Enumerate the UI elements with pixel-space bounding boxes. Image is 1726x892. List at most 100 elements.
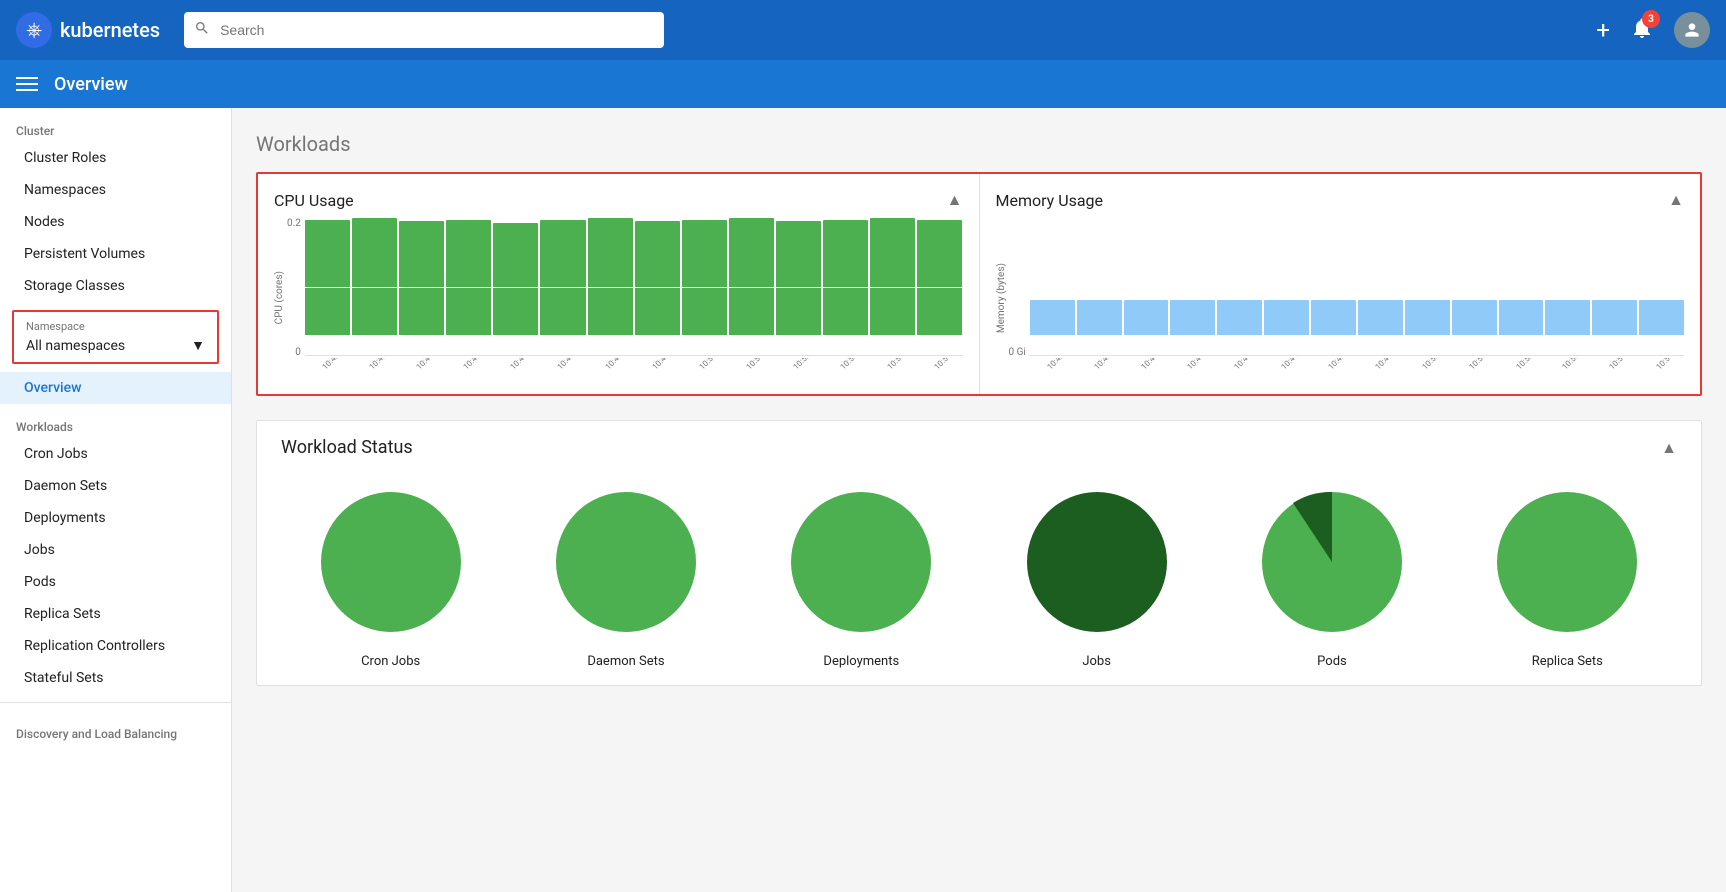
deployments-circle	[781, 482, 941, 642]
sidebar-item-cron-jobs[interactable]: Cron Jobs	[0, 438, 231, 470]
mem-x-label: 10:54	[1599, 358, 1645, 378]
workloads-title: Workloads	[256, 132, 1702, 156]
cpu-chart-card: CPU Usage ▲ CPU (cores) 0.2 0	[258, 174, 980, 394]
cron-jobs-circle	[311, 482, 471, 642]
namespace-dropdown[interactable]: All namespaces ▼	[26, 337, 205, 354]
cpu-bar	[352, 218, 397, 335]
circle-item-daemon-sets: Daemon Sets	[546, 482, 706, 669]
add-button[interactable]: +	[1596, 18, 1610, 42]
mem-bar	[1030, 300, 1075, 335]
circle-item-deployments: Deployments	[781, 482, 941, 669]
cpu-x-label: 10:44	[406, 358, 452, 378]
cluster-section-label: Cluster	[0, 108, 231, 142]
mem-x-label: 10:52	[1505, 358, 1551, 378]
menu-button[interactable]	[16, 73, 38, 95]
sidebar-item-replication-controllers[interactable]: Replication Controllers	[0, 630, 231, 662]
topbar: ⎈ kubernetes + 3	[0, 0, 1726, 60]
mem-x-label: 10:46	[1224, 358, 1270, 378]
cpu-collapse-button[interactable]: ▲	[947, 190, 963, 210]
cpu-x-label: 10:48	[594, 358, 640, 378]
circle-label-deployments: Deployments	[823, 654, 899, 669]
namespace-selector[interactable]: Namespace All namespaces ▼	[12, 310, 219, 364]
user-avatar[interactable]	[1674, 12, 1710, 48]
sidebar-item-nodes[interactable]: Nodes	[0, 206, 231, 238]
cpu-x-label: 10:52	[783, 358, 829, 378]
mem-x-label: 10:45	[1177, 358, 1223, 378]
sidebar-item-cluster-roles[interactable]: Cluster Roles	[0, 142, 231, 174]
status-circles: Cron Jobs Daemon Sets Deployments	[281, 482, 1677, 669]
cpu-bar	[729, 218, 774, 335]
sidebar: Cluster Cluster Roles Namespaces Nodes P…	[0, 108, 232, 892]
mem-x-label: 10:47	[1271, 358, 1317, 378]
status-collapse-button[interactable]: ▲	[1661, 438, 1677, 458]
mem-x-label: 10:43	[1083, 358, 1129, 378]
mem-x-label: 10:49	[1365, 358, 1411, 378]
mem-bar	[1264, 300, 1309, 335]
mem-x-label: 10:50	[1411, 358, 1457, 378]
cpu-x-label: 10:51	[735, 358, 781, 378]
sidebar-item-deployments[interactable]: Deployments	[0, 502, 231, 534]
memory-chart-title: Memory Usage	[996, 191, 1104, 210]
mem-bar	[1358, 300, 1403, 335]
mem-bar	[1499, 300, 1544, 335]
memory-collapse-button[interactable]: ▲	[1668, 190, 1684, 210]
mem-bar	[1077, 300, 1122, 335]
cpu-bar	[305, 220, 350, 335]
mem-x-label: 10:53	[1552, 358, 1598, 378]
circle-label-jobs: Jobs	[1082, 654, 1111, 669]
memory-chart-card: Memory Usage ▲ Memory (bytes) 0 Gi	[980, 174, 1701, 394]
sidebar-item-daemon-sets[interactable]: Daemon Sets	[0, 470, 231, 502]
mem-bar	[1592, 300, 1637, 335]
cpu-bar	[917, 220, 962, 335]
cpu-y-max: 0.2	[287, 218, 301, 229]
overview-bar: Overview	[0, 60, 1726, 108]
cpu-bar	[540, 220, 585, 335]
cpu-bar	[635, 221, 680, 335]
circle-item-jobs: Jobs	[1017, 482, 1177, 669]
sidebar-item-stateful-sets[interactable]: Stateful Sets	[0, 662, 231, 694]
cpu-x-label: 10:43	[359, 358, 405, 378]
mem-bar	[1170, 300, 1215, 335]
cpu-y-min: 0	[295, 347, 301, 358]
cpu-x-label: 10:42	[311, 358, 357, 378]
sidebar-item-pods[interactable]: Pods	[0, 566, 231, 598]
status-title: Workload Status	[281, 437, 413, 458]
sidebar-item-jobs[interactable]: Jobs	[0, 534, 231, 566]
discovery-section-label: Discovery and Load Balancing	[0, 711, 231, 745]
app-logo[interactable]: ⎈ kubernetes	[16, 12, 160, 48]
cpu-bar	[823, 220, 868, 335]
replica-sets-circle	[1487, 482, 1647, 642]
svg-text:⎈: ⎈	[26, 19, 42, 41]
mem-x-label: 10:55	[1646, 358, 1684, 378]
mem-bar	[1545, 300, 1590, 335]
cpu-x-label: 10:55	[924, 358, 963, 378]
memory-y-min: 0 Gi	[1009, 347, 1026, 358]
cpu-chart-title: CPU Usage	[274, 191, 354, 210]
page-title: Overview	[54, 74, 128, 95]
cpu-x-label: 10:49	[641, 358, 687, 378]
notifications-button[interactable]: 3	[1630, 16, 1654, 44]
notification-badge: 3	[1642, 10, 1660, 28]
sidebar-divider	[0, 702, 231, 703]
chevron-down-icon: ▼	[191, 337, 205, 354]
cpu-x-label: 10:47	[547, 358, 593, 378]
search-input[interactable]	[184, 12, 664, 48]
cpu-bar	[588, 218, 633, 335]
namespace-label: Namespace	[26, 320, 205, 333]
mem-bar	[1217, 300, 1262, 335]
circle-item-replica-sets: Replica Sets	[1487, 482, 1647, 669]
sidebar-item-storage-classes[interactable]: Storage Classes	[0, 270, 231, 302]
mem-x-label: 10:48	[1318, 358, 1364, 378]
circle-item-cron-jobs: Cron Jobs	[311, 482, 471, 669]
workloads-section-label: Workloads	[0, 404, 231, 438]
mem-bar	[1124, 300, 1169, 335]
cpu-bar	[682, 220, 727, 335]
pods-circle	[1252, 482, 1412, 642]
sidebar-item-persistent-volumes[interactable]: Persistent Volumes	[0, 238, 231, 270]
circle-label-daemon-sets: Daemon Sets	[587, 654, 664, 669]
search-icon	[194, 20, 210, 40]
sidebar-item-overview[interactable]: Overview	[0, 372, 231, 404]
search-bar[interactable]	[184, 12, 664, 48]
sidebar-item-replica-sets[interactable]: Replica Sets	[0, 598, 231, 630]
sidebar-item-namespaces[interactable]: Namespaces	[0, 174, 231, 206]
